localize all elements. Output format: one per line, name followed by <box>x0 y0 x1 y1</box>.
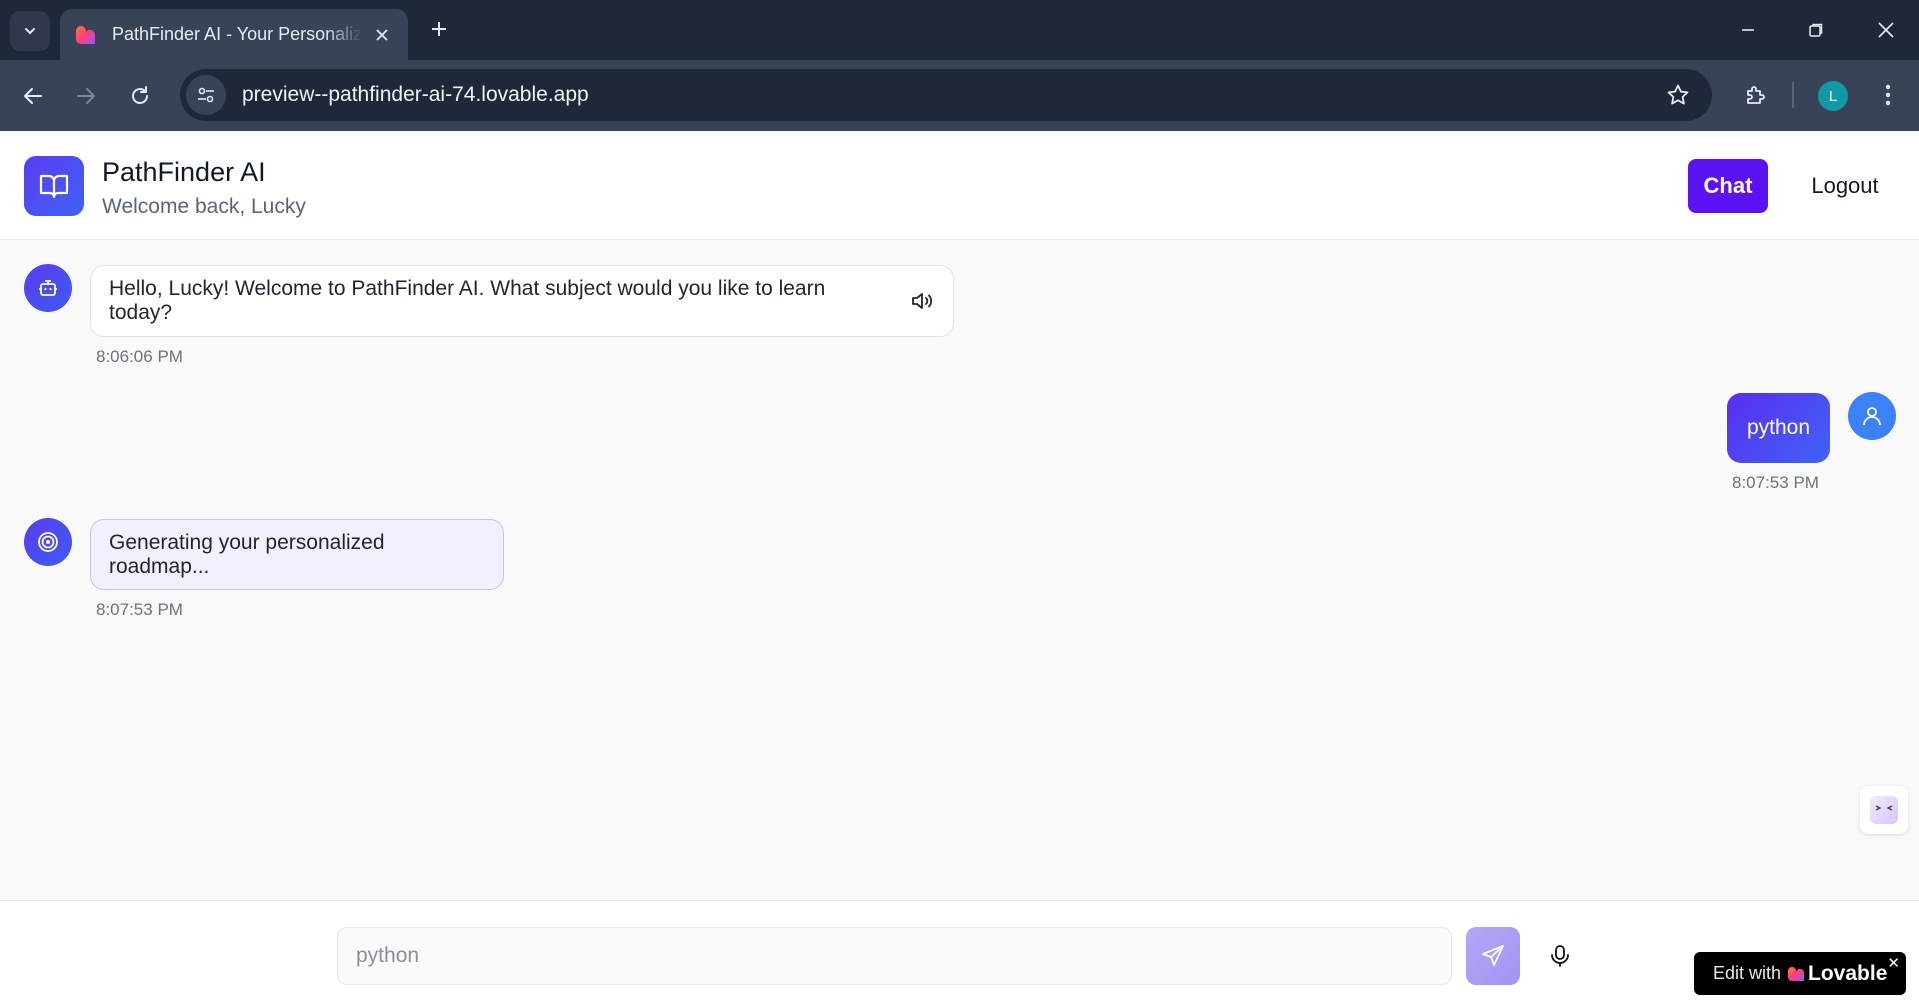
close-icon <box>1878 22 1894 38</box>
browser-toolbar: preview--pathfinder-ai-74.lovable.app L <box>0 60 1919 131</box>
back-button[interactable] <box>15 78 51 114</box>
tab-title: PathFinder AI - Your Personalized Learni… <box>112 24 362 44</box>
extensions-button[interactable] <box>1738 77 1774 113</box>
tab-search-button[interactable] <box>10 11 50 51</box>
tune-icon <box>198 87 214 103</box>
badge-edit-text: Edit with <box>1713 963 1782 983</box>
message-input[interactable] <box>337 927 1452 985</box>
restore-icon <box>1809 23 1823 37</box>
app-header: PathFinder AI Welcome back, Lucky Chat L… <box>0 131 1919 240</box>
bot-icon <box>39 280 57 296</box>
assistant-avatar <box>24 518 72 566</box>
message-timestamp: 8:07:53 PM <box>1732 473 1819 492</box>
close-window-button[interactable] <box>1870 14 1902 46</box>
message-bubble: Hello, Lucky! Welcome to PathFinder AI. … <box>90 265 954 337</box>
forward-button[interactable] <box>68 78 104 114</box>
message-composer <box>0 900 1919 1007</box>
target-icon <box>38 532 58 552</box>
assistant-avatar <box>24 264 72 312</box>
logout-button[interactable]: Logout <box>1790 159 1900 213</box>
app-logo <box>24 156 84 216</box>
chevron-down-icon <box>25 28 35 35</box>
generating-message-bubble: Generating your personalized roadmap... <box>90 519 504 590</box>
floating-widget-button[interactable] <box>1860 786 1908 834</box>
lovable-favicon-icon <box>76 25 95 44</box>
microphone-button[interactable] <box>1540 936 1580 976</box>
address-bar[interactable]: preview--pathfinder-ai-74.lovable.app <box>180 69 1712 121</box>
browser-tabbar: PathFinder AI - Your Personalized Learni… <box>0 0 1919 60</box>
lovable-logo-icon <box>1788 966 1805 981</box>
site-info-button[interactable] <box>186 75 226 115</box>
browser-tab-active[interactable]: PathFinder AI - Your Personalized Learni… <box>60 9 408 60</box>
badge-brand-name: Lovable <box>1808 961 1888 985</box>
message-text: Hello, Lucky! Welcome to PathFinder AI. … <box>109 277 826 324</box>
message-timestamp: 8:06:06 PM <box>96 347 183 366</box>
sleepy-face-icon <box>1870 796 1898 824</box>
star-icon <box>1667 84 1689 105</box>
speak-button[interactable] <box>909 288 935 314</box>
restore-button[interactable] <box>1800 14 1832 46</box>
arrow-right-icon <box>77 88 95 104</box>
book-open-icon <box>39 174 69 199</box>
message-text: Generating your personalized roadmap... <box>109 530 385 578</box>
url-text: preview--pathfinder-ai-74.lovable.app <box>242 83 589 106</box>
edit-with-lovable-badge[interactable]: Edit with Lovable ✕ <box>1694 952 1906 995</box>
browser-menu-button[interactable] <box>1872 77 1904 113</box>
app-title: PathFinder AI <box>102 157 266 187</box>
user-message-bubble: python <box>1727 393 1830 463</box>
message-text: python <box>1746 416 1811 439</box>
microphone-icon <box>1551 945 1569 967</box>
send-icon <box>1482 945 1504 966</box>
badge-close-button[interactable]: ✕ <box>1887 954 1900 972</box>
user-avatar <box>1848 392 1896 440</box>
close-icon <box>376 28 388 41</box>
reload-button[interactable] <box>122 78 158 114</box>
reload-icon <box>132 86 148 104</box>
puzzle-icon <box>1747 86 1765 104</box>
new-tab-button[interactable] <box>424 14 454 44</box>
plus-icon <box>432 22 446 36</box>
send-button[interactable] <box>1466 927 1520 985</box>
speaker-icon <box>912 293 933 309</box>
chat-button[interactable]: Chat <box>1688 159 1768 213</box>
arrow-left-icon <box>24 88 42 104</box>
message-timestamp: 8:07:53 PM <box>96 600 183 619</box>
tab-close-button[interactable] <box>370 23 394 47</box>
toolbar-divider <box>1792 82 1794 108</box>
minimize-button[interactable] <box>1732 14 1764 46</box>
minimize-icon <box>1742 29 1754 31</box>
more-vertical-icon <box>1885 84 1891 106</box>
user-icon <box>1863 407 1881 426</box>
profile-avatar[interactable]: L <box>1818 81 1848 111</box>
bookmark-button[interactable] <box>1664 81 1692 109</box>
welcome-text: Welcome back, Lucky <box>102 195 306 218</box>
